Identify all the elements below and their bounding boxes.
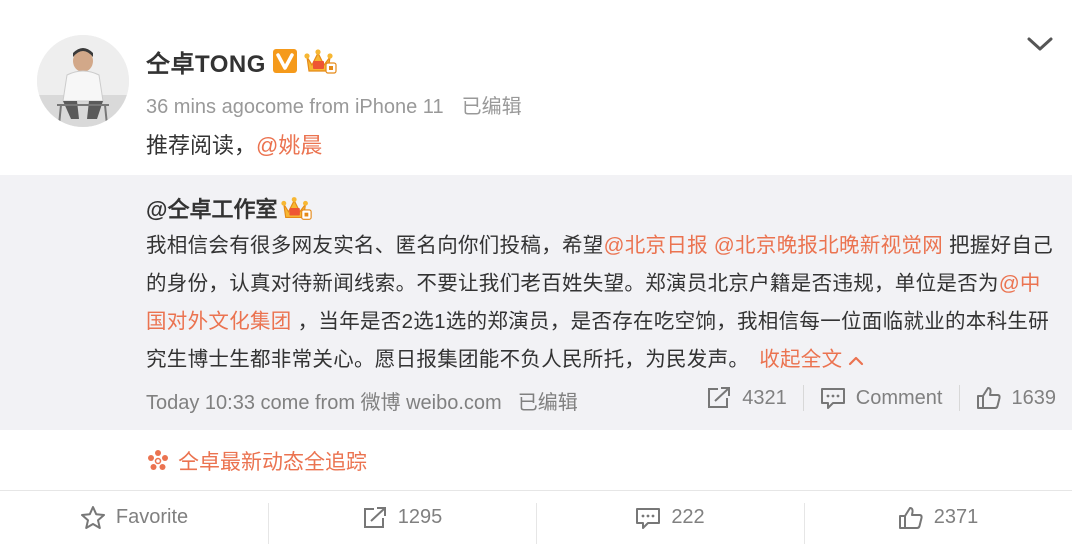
tracker-flower-icon — [148, 450, 168, 470]
topic-tracker-link[interactable]: 仝卓最新动态全追踪 — [146, 446, 367, 476]
like-count: 2371 — [933, 506, 979, 528]
mention-link[interactable]: @姚晨 — [256, 133, 322, 158]
vip-crown-icon[interactable] — [304, 47, 338, 75]
post-header: 仝卓TONG — [146, 44, 338, 78]
action-divider — [958, 385, 960, 411]
comment-icon — [820, 388, 845, 409]
avatar[interactable] — [37, 35, 129, 127]
repost-author-row: @仝卓工作室 — [146, 192, 313, 224]
repost-icon — [708, 387, 731, 408]
repost-icon — [363, 506, 386, 528]
vip-crown-icon[interactable] — [281, 194, 313, 222]
mention-link[interactable]: @北京晚报北晚新视觉网 — [714, 234, 943, 257]
action-divider — [802, 385, 804, 411]
chevron-up-icon[interactable] — [848, 355, 864, 367]
bottom-action-bar: Favorite 1295 222 2371 — [0, 490, 1072, 544]
favorite-label: Favorite — [115, 506, 189, 528]
repost-body: 我相信会有很多网友实名、匿名向你们投稿，希望@北京日报 @北京晚报北晚新视觉网 … — [146, 227, 1058, 379]
comment-label: Comment — [855, 386, 943, 409]
chevron-down-icon[interactable] — [1026, 32, 1054, 56]
repost-time-source[interactable]: Today 10:33 come from 微博 weibo.com — [146, 392, 502, 414]
favorite-star-icon — [80, 505, 105, 529]
like-button[interactable]: 2371 — [804, 491, 1072, 544]
post-text-prefix: 推荐阅读， — [146, 133, 257, 158]
username[interactable]: 仝卓TONG — [146, 44, 266, 79]
repost-author[interactable]: @仝卓工作室 — [146, 192, 277, 224]
like-icon — [976, 387, 1001, 409]
like-count: 1639 — [1011, 386, 1057, 409]
like-icon — [898, 506, 923, 529]
post-meta: 36 mins agocome from iPhone 11 已编辑 — [146, 90, 540, 119]
repost-card: @仝卓工作室 我相信会有很多网友实名、匿名向你们投稿，希望@北京日报 @北京晚报… — [0, 175, 1072, 430]
comment-icon — [636, 507, 661, 529]
favorite-button[interactable]: Favorite — [0, 491, 268, 544]
collapse-text-link[interactable]: 收起全文 — [759, 348, 864, 371]
repost-actions: 4321 Comment 1639 — [706, 382, 1056, 414]
repost-count: 4321 — [742, 386, 787, 409]
collapse-label[interactable]: 收起全文 — [759, 348, 842, 371]
verified-v-icon — [272, 48, 298, 74]
repost-repost-button[interactable]: 4321 — [706, 386, 787, 410]
comment-button[interactable]: 222 — [536, 491, 804, 544]
edited-label[interactable]: 已编辑 — [518, 392, 578, 414]
post-text: 推荐阅读，@姚晨 — [146, 128, 322, 160]
repost-count: 1295 — [397, 506, 443, 528]
repost-text-segment: 我相信会有很多网友实名、匿名向你们投稿，希望 — [146, 234, 604, 257]
repost-meta: Today 10:33 come from 微博 weibo.com 已编辑 — [146, 386, 594, 415]
repost-like-button[interactable]: 1639 — [976, 386, 1057, 410]
post-time-source[interactable]: 36 mins agocome from iPhone 11 — [146, 96, 444, 118]
tracker-label[interactable]: 仝卓最新动态全追踪 — [178, 446, 367, 476]
repost-comment-button[interactable]: Comment — [820, 386, 943, 410]
comment-count: 222 — [671, 506, 705, 528]
edited-label[interactable]: 已编辑 — [462, 96, 522, 118]
repost-button[interactable]: 1295 — [268, 491, 536, 544]
mention-link[interactable]: @北京日报 — [604, 234, 708, 257]
